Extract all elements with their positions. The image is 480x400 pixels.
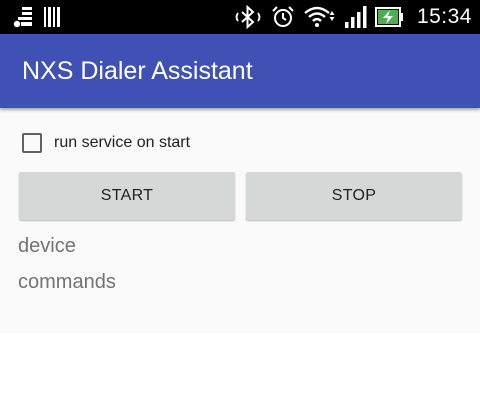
alarm-icon [272,6,294,27]
app-screen: 15:34 NXS Dialer Assistant run service o… [0,0,480,400]
notification-icon [13,7,32,28]
clock: 15:34 [416,5,472,28]
signal-icon [344,6,367,28]
device-text: device [18,235,76,257]
bluetooth-icon [235,5,261,29]
battery-charging-icon [374,7,403,27]
status-bar-system: 15:34 [233,0,472,34]
run-on-start-checkbox[interactable] [22,133,42,153]
run-on-start-checkbox-row[interactable]: run service on start [22,131,190,155]
wifi-icon [304,6,335,27]
commands-text: commands [18,271,116,293]
app-bar: NXS Dialer Assistant [0,34,480,108]
run-on-start-label: run service on start [54,134,191,151]
status-bar-notifications [12,6,62,28]
status-bar: 15:34 [0,0,480,34]
main-content: run service on start START STOP device c… [0,108,480,333]
stop-button[interactable]: STOP [246,172,462,220]
app-title: NXS Dialer Assistant [22,57,253,85]
barcode-icon [44,7,60,27]
start-button[interactable]: START [19,172,235,220]
